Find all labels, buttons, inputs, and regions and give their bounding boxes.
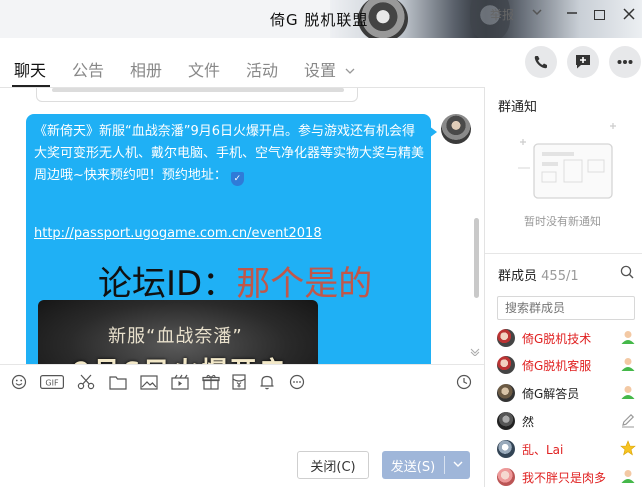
- send-button[interactable]: 发送(S): [382, 451, 470, 479]
- gif-icon[interactable]: GIF: [40, 374, 64, 390]
- window-title: 倚G 脱机联盟: [270, 11, 369, 29]
- bell-icon[interactable]: [258, 374, 276, 390]
- maximize-button[interactable]: [594, 10, 605, 20]
- input-toolbar: GIF: [0, 364, 484, 398]
- edit-icon: [622, 413, 635, 428]
- report-button[interactable]: 举报: [490, 6, 514, 23]
- chat-history[interactable]: 《新倚天》新服“血战奈潘”9月6日火爆开启。参与游戏还有机会得大奖可变形无人机、…: [0, 88, 484, 364]
- notice-empty-text: 暂时没有新通知: [524, 215, 601, 228]
- more-button[interactable]: [609, 46, 641, 78]
- previous-message-content: [52, 88, 344, 92]
- member-row[interactable]: 我不胖只是肉多: [497, 466, 637, 488]
- emoji-icon[interactable]: [10, 374, 28, 390]
- member-name: 然: [522, 415, 535, 429]
- panel-divider: [484, 87, 485, 487]
- admin-icon: [621, 470, 635, 483]
- more-icon: [617, 60, 633, 64]
- members-divider: [485, 253, 642, 254]
- avatar: [497, 329, 515, 347]
- member-row[interactable]: 乱、Lai: [497, 438, 637, 460]
- phone-icon: [534, 56, 547, 69]
- message-text: 《新倚天》新服“血战奈潘”9月6日火爆开启。参与游戏还有机会得大奖可变形无人机、…: [34, 121, 426, 187]
- gift-icon[interactable]: [202, 374, 220, 390]
- avatar: [497, 468, 515, 486]
- member-row[interactable]: 倚G脱机技术: [497, 327, 637, 349]
- chevron-down-icon: [345, 68, 355, 74]
- tab-settings-label: 设置: [304, 61, 337, 80]
- avatar: [497, 412, 515, 430]
- video-icon[interactable]: [171, 374, 189, 390]
- shield-icon: ✓: [230, 172, 244, 186]
- tab-settings[interactable]: 设置: [304, 57, 356, 81]
- avatar: [497, 440, 515, 458]
- forum-id-line: 论坛ID：那个是的: [98, 256, 372, 305]
- message-input[interactable]: [0, 398, 484, 448]
- forum-id-label: 论坛ID：: [98, 264, 237, 304]
- search-icon[interactable]: [620, 265, 634, 279]
- event-link[interactable]: http://passport.ugogame.com.cn/event2018: [34, 226, 322, 241]
- member-name: 倚G脱机技术: [522, 332, 592, 346]
- forum-id-value: 那个是的: [236, 264, 373, 304]
- gif-icon-text: GIF: [45, 378, 59, 387]
- notice-title: 群通知: [498, 100, 538, 115]
- add-chat-icon: [576, 55, 590, 69]
- add-chat-button[interactable]: [567, 46, 599, 78]
- message-body: 《新倚天》新服“血战奈潘”9月6日火爆开启。参与游戏还有机会得大奖可变形无人机、…: [34, 124, 425, 183]
- member-row[interactable]: 倚G脱机客服: [497, 354, 637, 376]
- admin-icon: [621, 358, 635, 371]
- member-name: 倚G解答员: [522, 387, 580, 401]
- promo-line-1: 新服“血战奈潘”: [108, 326, 243, 347]
- avatar: [497, 356, 515, 374]
- member-row[interactable]: 倚G解答员: [497, 382, 637, 404]
- promo-image[interactable]: 新服“血战奈潘” 9月6日火爆开启: [38, 300, 318, 364]
- message-bubble[interactable]: 《新倚天》新服“血战奈潘”9月6日火爆开启。参与游戏还有机会得大奖可变形无人机、…: [26, 114, 431, 364]
- red-packet-icon[interactable]: [230, 374, 248, 390]
- member-name: 我不胖只是肉多: [522, 471, 607, 485]
- members-count: 455/1: [541, 269, 579, 284]
- promo-line-2: 9月6日火爆开启: [72, 350, 288, 364]
- title-bar: 倚G 脱机联盟 举报: [0, 0, 642, 38]
- send-button-divider: [444, 456, 445, 474]
- folder-icon[interactable]: [109, 374, 127, 390]
- tab-album[interactable]: 相册: [130, 57, 162, 81]
- members-title: 群成员 455/1: [498, 265, 579, 284]
- send-options-chevron-icon[interactable]: [445, 460, 470, 471]
- phone-button[interactable]: [525, 46, 557, 78]
- bubble-tail: [429, 126, 437, 138]
- member-name: 乱、Lai: [522, 443, 564, 457]
- history-icon[interactable]: [455, 374, 473, 390]
- tab-files[interactable]: 文件: [188, 57, 220, 81]
- member-row[interactable]: 然: [497, 410, 637, 432]
- member-name: 倚G脱机客服: [522, 359, 592, 373]
- image-icon[interactable]: [140, 374, 158, 390]
- scroll-down-icon[interactable]: [470, 348, 480, 359]
- minimize-button[interactable]: [566, 5, 578, 23]
- close-window-button[interactable]: [622, 4, 636, 29]
- tab-bar: 聊天 公告 相册 文件 活动 设置: [0, 38, 484, 88]
- members-title-label: 群成员: [498, 269, 538, 284]
- tab-chat[interactable]: 聊天: [14, 57, 46, 81]
- tab-activity[interactable]: 活动: [246, 57, 278, 81]
- admin-icon: [621, 331, 635, 344]
- more-tools-icon[interactable]: [288, 374, 306, 390]
- scissors-icon[interactable]: [77, 374, 95, 390]
- member-search-input[interactable]: [497, 296, 635, 320]
- empty-notice-illustration: [518, 123, 616, 199]
- admin-icon: [621, 386, 635, 399]
- chat-scrollbar[interactable]: [474, 218, 479, 298]
- send-button-label: 发送(S): [390, 459, 436, 475]
- avatar: [497, 384, 515, 402]
- close-button[interactable]: 关闭(C): [297, 451, 369, 479]
- chevron-down-icon[interactable]: [531, 6, 543, 22]
- owner-star-icon: [620, 440, 636, 456]
- tab-announcement[interactable]: 公告: [72, 57, 104, 81]
- avatar[interactable]: [441, 114, 471, 144]
